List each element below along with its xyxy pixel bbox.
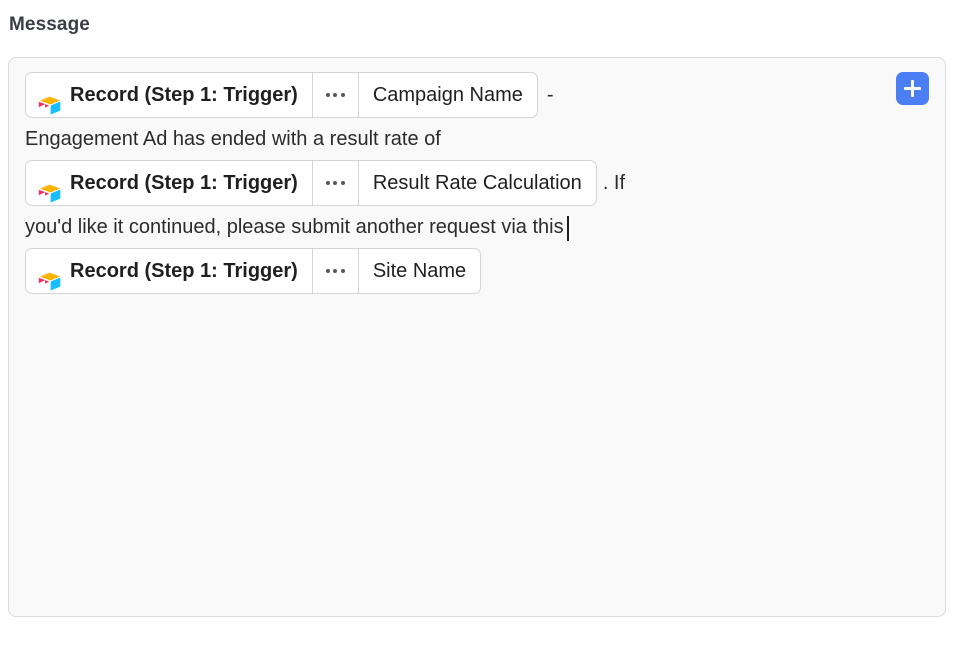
token-field-label[interactable]: Campaign Name — [357, 72, 538, 118]
token-source-label: Record (Step 1: Trigger) — [70, 260, 298, 282]
editor-text-run: you'd like it continued, please submit a… — [25, 216, 564, 238]
message-rich-text-editor[interactable]: Record (Step 1: Trigger) Campaign Name -… — [8, 57, 946, 617]
editor-line: Record (Step 1: Trigger) Campaign Name - — [25, 72, 929, 118]
ellipsis-icon — [325, 181, 345, 185]
plus-icon — [910, 80, 915, 97]
token-source-label: Record (Step 1: Trigger) — [70, 84, 298, 106]
token-source-label: Record (Step 1: Trigger) — [70, 172, 298, 194]
editor-line: Record (Step 1: Trigger) Site Name — [25, 248, 929, 294]
editor-text-run: . If — [602, 172, 626, 194]
token-more-button[interactable] — [311, 248, 358, 294]
airtable-icon — [38, 174, 61, 202]
ellipsis-icon — [325, 269, 345, 273]
airtable-icon — [38, 262, 61, 290]
editor-line: Record (Step 1: Trigger) Result Rate Cal… — [25, 160, 929, 206]
token-source-segment[interactable]: Record (Step 1: Trigger) — [25, 248, 312, 294]
record-token[interactable]: Record (Step 1: Trigger) Campaign Name — [25, 72, 538, 118]
text-caret — [566, 215, 569, 241]
page-title: Message — [9, 14, 90, 35]
add-token-button[interactable] — [896, 72, 929, 105]
token-field-label[interactable]: Site Name — [357, 248, 482, 294]
editor-line: you'd like it continued, please submit a… — [25, 206, 929, 248]
record-token[interactable]: Record (Step 1: Trigger) Site Name — [25, 248, 482, 294]
token-more-button[interactable] — [311, 72, 358, 118]
airtable-icon — [38, 86, 61, 114]
editor-text-run: Engagement Ad has ended with a result ra… — [25, 128, 441, 150]
editor-content[interactable]: Record (Step 1: Trigger) Campaign Name -… — [25, 72, 929, 294]
editor-text-run: - — [546, 84, 554, 106]
token-source-segment[interactable]: Record (Step 1: Trigger) — [25, 72, 312, 118]
message-field-screen: Message Record (Step 1: Trigger) Campaig… — [0, 0, 968, 658]
token-more-button[interactable] — [311, 160, 358, 206]
token-source-segment[interactable]: Record (Step 1: Trigger) — [25, 160, 312, 206]
editor-line: Engagement Ad has ended with a result ra… — [25, 118, 929, 160]
record-token[interactable]: Record (Step 1: Trigger) Result Rate Cal… — [25, 160, 597, 206]
ellipsis-icon — [325, 93, 345, 97]
token-field-label[interactable]: Result Rate Calculation — [357, 160, 597, 206]
